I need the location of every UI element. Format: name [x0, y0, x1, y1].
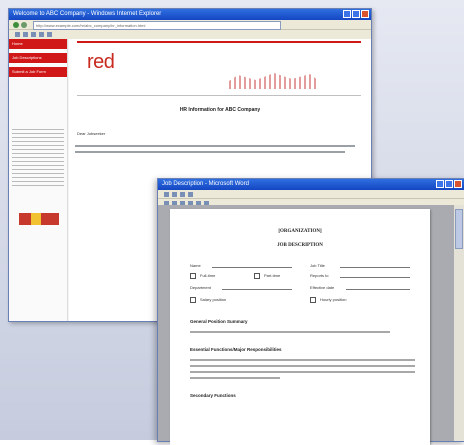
minimize-icon[interactable] [436, 180, 444, 188]
hourly-position-checkbox[interactable] [310, 297, 316, 303]
full-time-label: Full-time [200, 273, 216, 278]
part-time-checkbox[interactable] [254, 273, 260, 279]
name-label: Name [190, 263, 201, 268]
name-field[interactable] [212, 267, 292, 268]
browser-title: Welcome to ABC Company - Windows Interne… [13, 11, 162, 17]
department-label: Department [190, 285, 211, 290]
department-field[interactable] [222, 289, 292, 290]
minimize-icon[interactable] [343, 10, 351, 18]
doc-title: JOB DESCRIPTION [277, 243, 323, 248]
site-sidebar: Home Job Descriptions Submit a Job Form [9, 39, 68, 321]
job-title-field[interactable] [340, 267, 410, 268]
sidebar-item-submit[interactable]: Submit a Job Form [9, 67, 67, 78]
insert-menu-icon[interactable] [188, 192, 193, 197]
document-area: [ORGANIZATION] JOB DESCRIPTION Name Job … [158, 205, 464, 445]
back-icon[interactable] [13, 22, 19, 28]
body-text-line [75, 145, 355, 147]
salutation: Dear Jobseeker [77, 131, 106, 136]
salary-position-label: Salary position [200, 297, 227, 302]
tools-icon[interactable] [47, 32, 52, 37]
divider [77, 95, 361, 96]
full-time-checkbox[interactable] [190, 273, 196, 279]
sidebar-text [12, 129, 64, 189]
document-title: Job Description - Microsoft Word [162, 181, 249, 187]
decorative-script-graphic [229, 73, 319, 89]
body-text-line [75, 151, 345, 153]
address-input[interactable]: http://www.example.com/hr/abc_company/hr… [33, 21, 281, 30]
favorites-icon[interactable] [15, 32, 20, 37]
site-logo[interactable]: red [87, 51, 115, 74]
page-icon[interactable] [39, 32, 44, 37]
responsibilities-text [190, 359, 415, 361]
menu-bar [158, 190, 464, 199]
document-window[interactable]: Job Description - Microsoft Word [ORGANI… [157, 178, 464, 445]
page-heading: HR Information for ABC Company [179, 107, 261, 113]
job-title-label: Job Title [310, 263, 325, 268]
org-heading: [ORGANIZATION] [278, 229, 322, 234]
hourly-position-label: Hourly position [320, 297, 347, 302]
partner-logo-icon[interactable] [19, 213, 59, 225]
sidebar-item-home[interactable]: Home [9, 39, 67, 50]
scrollbar-thumb[interactable] [455, 209, 463, 249]
browser-title-bar[interactable]: Welcome to ABC Company - Windows Interne… [9, 9, 371, 20]
reports-to-field[interactable] [340, 277, 410, 278]
close-icon[interactable] [454, 180, 462, 188]
responsibilities-text [190, 365, 415, 367]
summary-heading: General Position Summary [190, 319, 248, 324]
effective-date-field[interactable] [346, 289, 410, 290]
maximize-icon[interactable] [445, 180, 453, 188]
reports-to-label: Reports to [310, 273, 329, 278]
address-bar-row: http://www.example.com/hr/abc_company/hr… [9, 20, 371, 30]
sidebar-item-job-descriptions[interactable]: Job Descriptions [9, 53, 67, 64]
document-page[interactable]: [ORGANIZATION] JOB DESCRIPTION Name Job … [170, 209, 430, 445]
part-time-label: Part-time [264, 273, 281, 278]
effective-date-label: Effective date [310, 285, 335, 290]
summary-text [190, 331, 390, 333]
home-icon[interactable] [23, 32, 28, 37]
close-icon[interactable] [361, 10, 369, 18]
responsibilities-text [190, 371, 415, 373]
header-rule [77, 41, 361, 43]
responsibilities-heading: Essential Functions/Major Responsibiliti… [190, 347, 282, 352]
view-menu-icon[interactable] [180, 192, 185, 197]
forward-icon[interactable] [21, 22, 27, 28]
print-icon[interactable] [31, 32, 36, 37]
vertical-scrollbar[interactable] [454, 205, 464, 441]
file-menu-icon[interactable] [164, 192, 169, 197]
salary-position-checkbox[interactable] [190, 297, 196, 303]
document-title-bar[interactable]: Job Description - Microsoft Word [158, 179, 464, 190]
edit-menu-icon[interactable] [172, 192, 177, 197]
secondary-heading: Secondary Functions [190, 393, 236, 398]
maximize-icon[interactable] [352, 10, 360, 18]
responsibilities-text [190, 377, 280, 379]
